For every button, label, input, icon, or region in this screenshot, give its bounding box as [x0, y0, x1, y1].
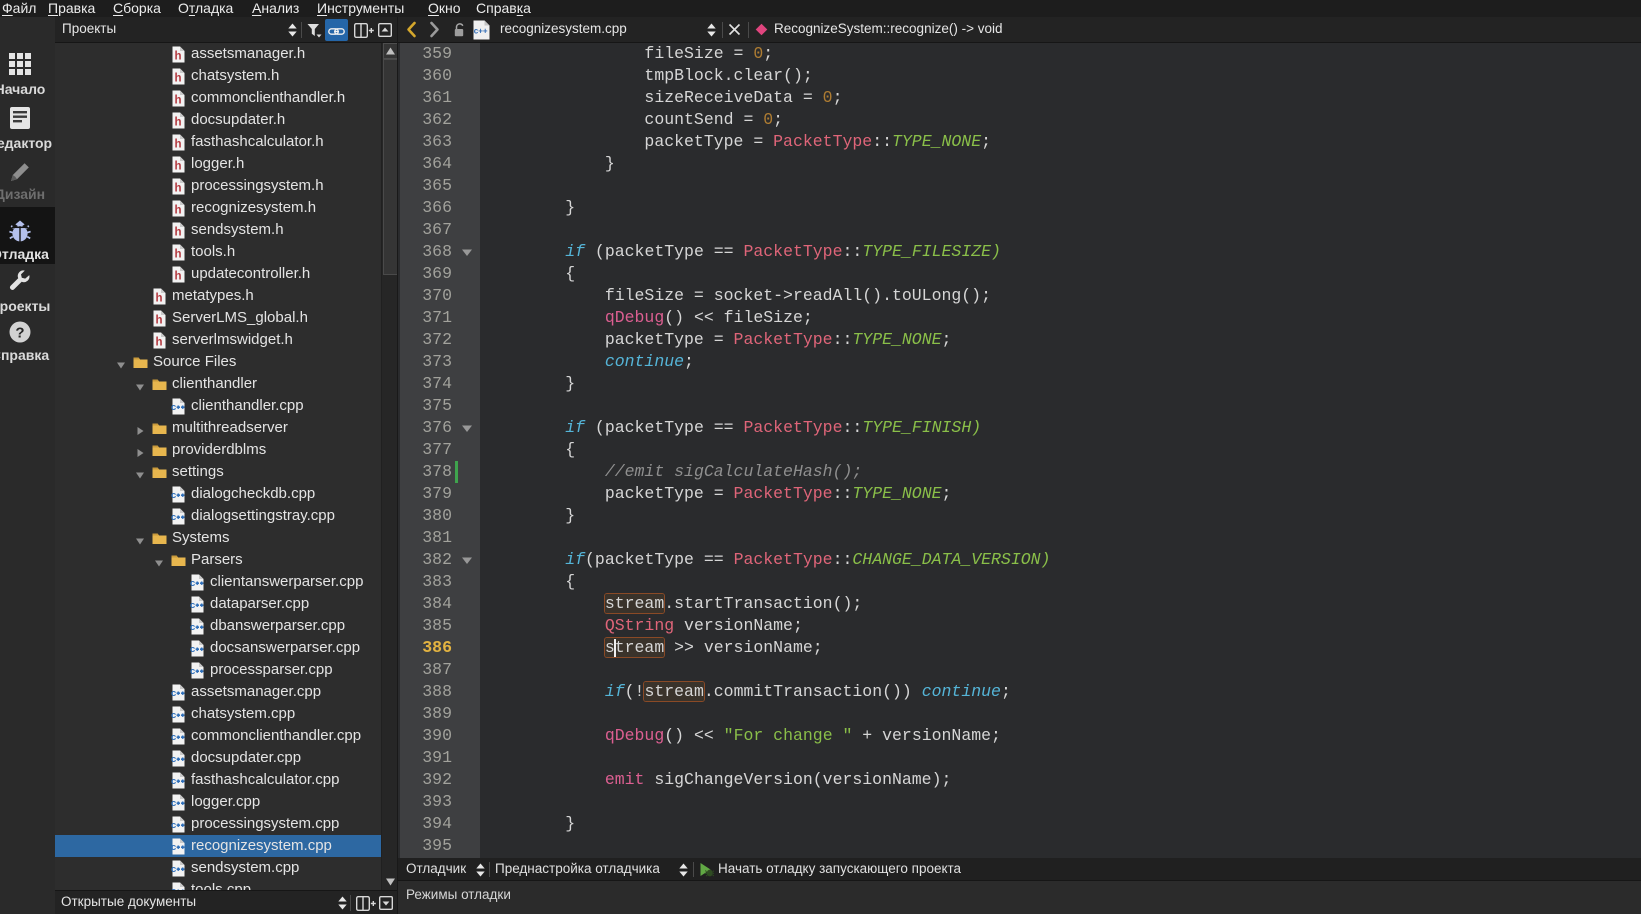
svg-text:h: h	[174, 117, 181, 129]
svg-text:c: c	[190, 578, 195, 589]
svg-text:c: c	[190, 622, 195, 633]
svg-text:h: h	[155, 315, 162, 327]
svg-text:h: h	[174, 183, 181, 195]
svg-text:h: h	[174, 271, 181, 283]
svg-text:h: h	[174, 205, 181, 217]
svg-text:h: h	[174, 227, 181, 239]
svg-text:c: c	[171, 864, 176, 875]
svg-text:h: h	[174, 51, 181, 63]
svg-text:c: c	[190, 644, 195, 655]
svg-text:h: h	[174, 139, 181, 151]
svg-text:c++: c++	[474, 27, 488, 36]
svg-text:c: c	[171, 402, 176, 413]
svg-text:h: h	[174, 95, 181, 107]
svg-text:h: h	[174, 73, 181, 85]
svg-text:c: c	[171, 732, 176, 743]
svg-text:c: c	[190, 600, 195, 611]
svg-text:?: ?	[15, 325, 24, 342]
svg-text:h: h	[155, 293, 162, 305]
svg-text:h: h	[174, 161, 181, 173]
svg-text:c: c	[171, 490, 176, 501]
svg-text:c: c	[171, 842, 176, 853]
svg-text:c: c	[171, 710, 176, 721]
svg-text:c: c	[171, 754, 176, 765]
svg-text:h: h	[174, 249, 181, 261]
svg-text:c: c	[171, 798, 176, 809]
svg-text:h: h	[155, 337, 162, 349]
svg-text:c: c	[171, 512, 176, 523]
svg-text:c: c	[171, 688, 176, 699]
svg-text:c: c	[190, 666, 195, 677]
svg-text:c: c	[171, 820, 176, 831]
svg-text:c: c	[171, 776, 176, 787]
